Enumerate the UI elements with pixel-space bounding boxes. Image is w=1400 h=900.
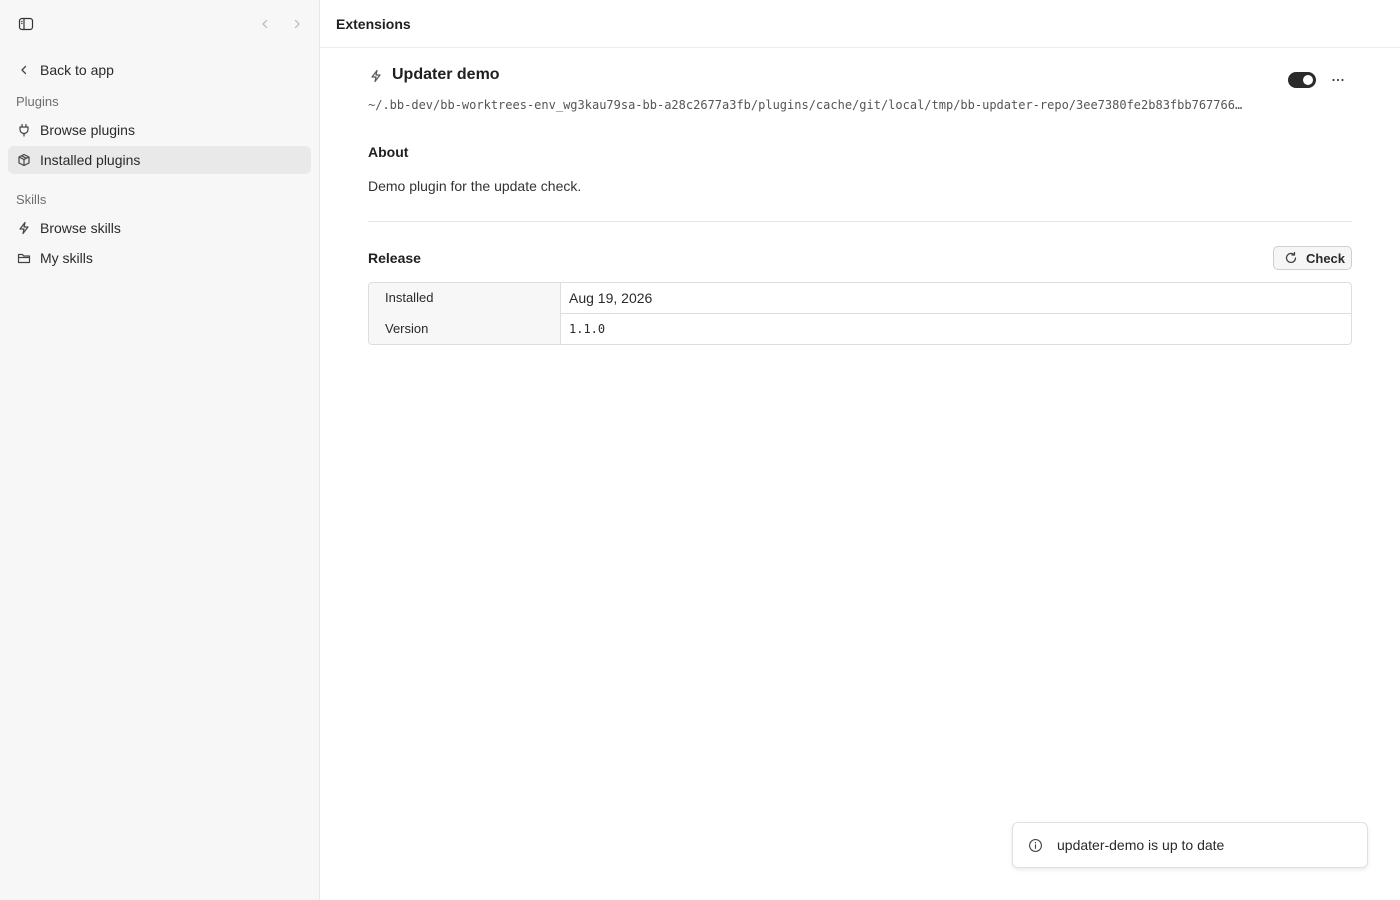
plugin-header: Updater demo xyxy=(368,64,1352,88)
check-updates-button[interactable]: Check xyxy=(1273,246,1352,270)
table-row: Installed Aug 19, 2026 xyxy=(369,283,1351,314)
sidebar-item-browse-plugins[interactable]: Browse plugins xyxy=(8,116,311,144)
main-panel: Extensions Updater demo ~/.bb-dev/bb-wor… xyxy=(320,0,1400,900)
page-title: Extensions xyxy=(336,16,411,32)
row-value: Aug 19, 2026 xyxy=(569,290,653,306)
nav-back-button[interactable] xyxy=(256,15,274,33)
release-heading: Release xyxy=(368,250,421,266)
main-header: Extensions xyxy=(320,0,1400,48)
refresh-icon xyxy=(1284,251,1298,265)
section-label-skills: Skills xyxy=(16,192,47,207)
section-label-plugins: Plugins xyxy=(16,94,59,109)
row-key: Version xyxy=(369,314,561,344)
toggle-knob xyxy=(1303,75,1313,85)
back-to-app-label: Back to app xyxy=(40,62,114,78)
plugin-description: Demo plugin for the update check. xyxy=(368,178,582,194)
chevron-left-icon xyxy=(262,19,268,29)
toast-message: updater-demo is up to date xyxy=(1057,837,1225,853)
about-heading: About xyxy=(368,144,409,160)
sidebar-item-label: Browse skills xyxy=(40,220,121,236)
bolt-icon xyxy=(16,220,32,236)
plugin-path: ~/.bb-dev/bb-worktrees-env_wg3kau79sa-bb… xyxy=(368,98,1243,112)
table-row: Version 1.1.0 xyxy=(369,314,1351,344)
check-button-label: Check xyxy=(1306,250,1346,266)
sidebar: Back to app Plugins Browse plugins Insta… xyxy=(0,0,320,900)
sidebar-item-my-skills[interactable]: My skills xyxy=(8,244,311,272)
sidebar-topbar xyxy=(0,0,320,48)
bolt-icon xyxy=(368,68,384,84)
plug-icon xyxy=(16,122,32,138)
plugin-name: Updater demo xyxy=(392,66,500,83)
sidebar-item-label: Installed plugins xyxy=(40,152,141,168)
more-options-button[interactable] xyxy=(1328,70,1348,90)
row-key: Installed xyxy=(369,283,561,314)
toast-notification: updater-demo is up to date xyxy=(1012,822,1368,868)
sidebar-item-browse-skills[interactable]: Browse skills xyxy=(8,214,311,242)
section-divider xyxy=(368,221,1352,222)
folder-icon xyxy=(16,250,32,266)
release-table: Installed Aug 19, 2026 Version 1.1.0 xyxy=(368,282,1352,345)
chevron-left-icon xyxy=(18,64,30,76)
sidebar-item-label: My skills xyxy=(40,250,93,266)
nav-forward-button[interactable] xyxy=(288,15,306,33)
sidebar-toggle-icon[interactable] xyxy=(18,16,34,32)
package-icon xyxy=(16,152,32,168)
row-value: 1.1.0 xyxy=(569,322,606,336)
sidebar-item-label: Browse plugins xyxy=(40,122,135,138)
info-icon xyxy=(1027,837,1043,853)
plugin-enabled-toggle[interactable] xyxy=(1288,72,1316,88)
more-horizontal-icon xyxy=(1332,78,1344,82)
sidebar-item-installed-plugins[interactable]: Installed plugins xyxy=(8,146,311,174)
chevron-right-icon xyxy=(294,19,300,29)
back-to-app-link[interactable]: Back to app xyxy=(8,56,311,84)
